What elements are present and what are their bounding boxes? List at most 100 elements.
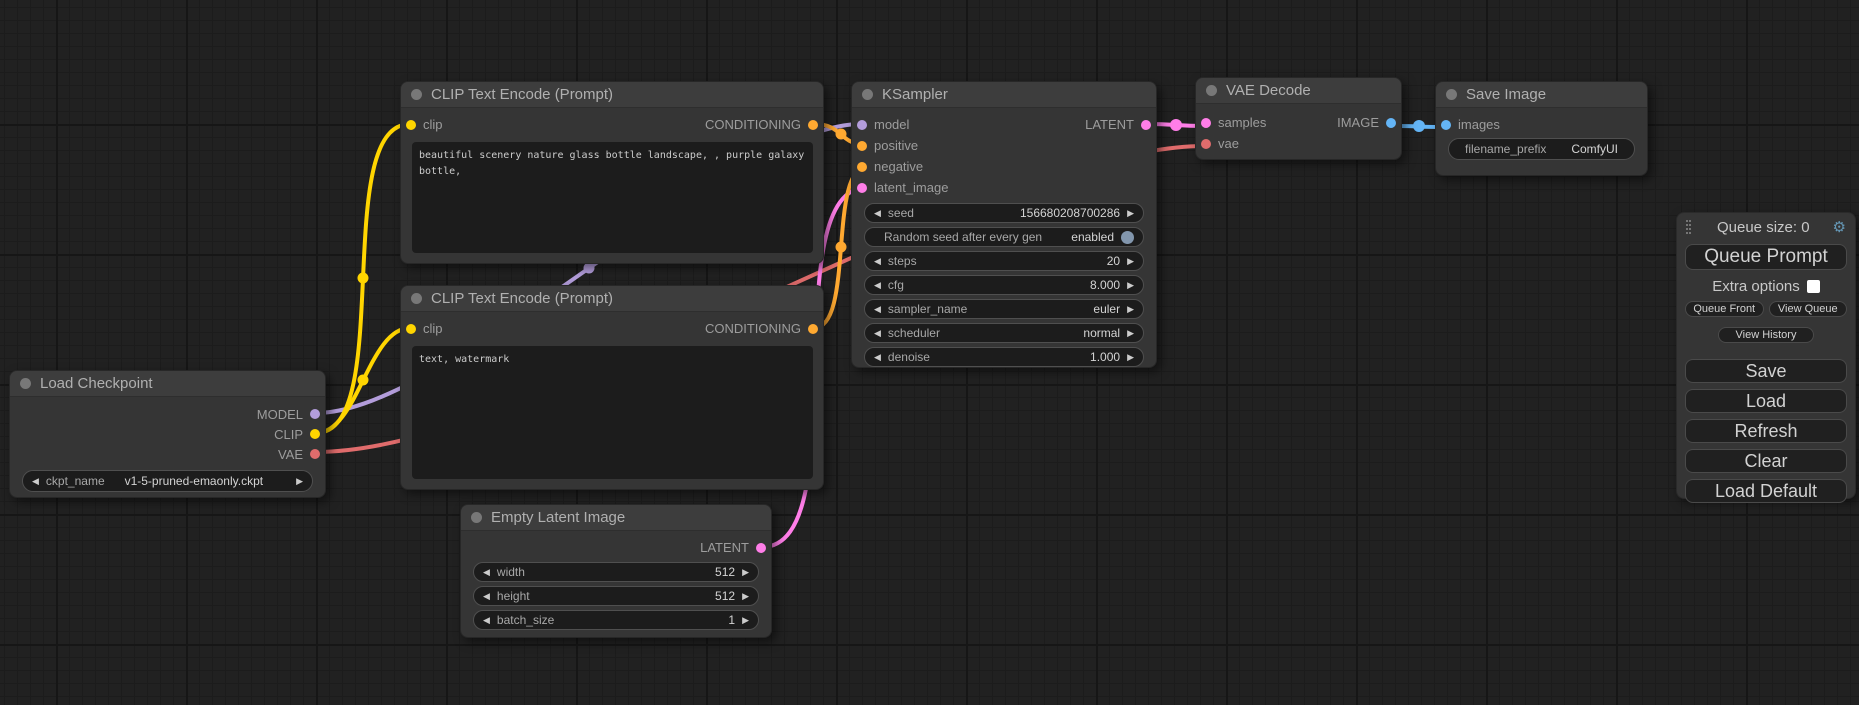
decrement-arrow-icon[interactable]: ◀	[874, 353, 881, 362]
increment-arrow-icon[interactable]: ▶	[1127, 281, 1134, 290]
node-title-bar[interactable]: Save Image	[1436, 82, 1647, 108]
widget-label: height	[497, 589, 530, 603]
node-title: KSampler	[882, 86, 948, 103]
input-port-clip[interactable]	[406, 120, 416, 130]
sampler-name-widget[interactable]: ◀ sampler_name euler ▶	[864, 299, 1144, 319]
clear-button[interactable]: Clear	[1685, 449, 1847, 473]
queue-front-button[interactable]: Queue Front	[1685, 301, 1764, 317]
input-port-vae[interactable]	[1201, 139, 1211, 149]
increment-arrow-icon[interactable]: ▶	[1127, 329, 1134, 338]
output-port-conditioning[interactable]	[808, 120, 818, 130]
batch-size-widget[interactable]: ◀ batch_size 1 ▶	[473, 610, 759, 630]
increment-arrow-icon[interactable]: ▶	[1127, 353, 1134, 362]
decrement-arrow-icon[interactable]: ◀	[874, 209, 881, 218]
input-port-positive[interactable]	[857, 141, 867, 151]
node-vae-decode[interactable]: VAE Decode samples IMAGE vae	[1195, 77, 1402, 160]
prompt-textarea[interactable]: beautiful scenery nature glass bottle la…	[412, 142, 813, 253]
output-port-clip[interactable]	[310, 429, 320, 439]
steps-widget[interactable]: ◀ steps 20 ▶	[864, 251, 1144, 271]
collapse-dot-icon[interactable]	[471, 512, 482, 523]
decrement-arrow-icon[interactable]: ◀	[483, 592, 490, 601]
collapse-dot-icon[interactable]	[20, 378, 31, 389]
widget-label: width	[497, 565, 525, 579]
increment-arrow-icon[interactable]: ▶	[1127, 305, 1134, 314]
widget-label: sampler_name	[888, 302, 967, 316]
toggle-icon[interactable]	[1121, 231, 1134, 244]
extra-options-checkbox[interactable]	[1807, 280, 1820, 293]
collapse-dot-icon[interactable]	[411, 293, 422, 304]
increment-arrow-icon[interactable]: ▶	[742, 568, 749, 577]
input-port-model[interactable]	[857, 120, 867, 130]
decrement-arrow-icon[interactable]: ◀	[483, 616, 490, 625]
output-label-clip: CLIP	[274, 427, 303, 442]
node-title-bar[interactable]: CLIP Text Encode (Prompt)	[401, 286, 823, 312]
collapse-dot-icon[interactable]	[411, 89, 422, 100]
cfg-widget[interactable]: ◀ cfg 8.000 ▶	[864, 275, 1144, 295]
node-title-bar[interactable]: Load Checkpoint	[10, 371, 325, 397]
node-save-image[interactable]: Save Image images filename_prefix ComfyU…	[1435, 81, 1648, 176]
decrement-arrow-icon[interactable]: ◀	[874, 257, 881, 266]
queue-prompt-button[interactable]: Queue Prompt	[1685, 244, 1847, 270]
widget-value: 8.000	[1090, 278, 1120, 292]
filename-prefix-widget[interactable]: filename_prefix ComfyUI	[1448, 138, 1635, 160]
increment-arrow-icon[interactable]: ▶	[742, 616, 749, 625]
prompt-textarea[interactable]: text, watermark	[412, 346, 813, 479]
ckpt-name-widget[interactable]: ◀ ckpt_name v1-5-pruned-emaonly.ckpt ▶	[22, 470, 313, 492]
denoise-widget[interactable]: ◀ denoise 1.000 ▶	[864, 347, 1144, 367]
decrement-arrow-icon[interactable]: ◀	[874, 305, 881, 314]
port-row-negative: negative	[852, 156, 1156, 177]
input-port-images[interactable]	[1441, 120, 1451, 130]
decrement-arrow-icon[interactable]: ◀	[874, 329, 881, 338]
decrement-arrow-icon[interactable]: ◀	[483, 568, 490, 577]
queue-small-buttons: Queue Front View Queue	[1685, 301, 1847, 317]
link-dot	[358, 375, 369, 386]
comfyui-canvas[interactable]: { "icons": { "left_arrow": "◀", "right_a…	[0, 0, 1859, 705]
load-default-button[interactable]: Load Default	[1685, 479, 1847, 503]
node-title-bar[interactable]: Empty Latent Image	[461, 505, 771, 531]
node-title-bar[interactable]: VAE Decode	[1196, 78, 1401, 104]
input-port-negative[interactable]	[857, 162, 867, 172]
save-button[interactable]: Save	[1685, 359, 1847, 383]
collapse-dot-icon[interactable]	[1206, 85, 1217, 96]
collapse-dot-icon[interactable]	[1446, 89, 1457, 100]
node-clip-text-encode-negative[interactable]: CLIP Text Encode (Prompt) clip CONDITION…	[400, 285, 824, 490]
drag-handle-icon[interactable]	[1686, 220, 1694, 236]
decrement-arrow-icon[interactable]: ◀	[32, 477, 39, 486]
increment-arrow-icon[interactable]: ▶	[296, 477, 303, 486]
node-load-checkpoint[interactable]: Load Checkpoint MODEL CLIP VAE ◀ ckpt_na…	[9, 370, 326, 498]
collapse-dot-icon[interactable]	[862, 89, 873, 100]
gear-icon[interactable]: ⚙	[1833, 220, 1846, 235]
random-seed-widget[interactable]: Random seed after every gen enabled	[864, 227, 1144, 247]
output-port-latent[interactable]	[1141, 120, 1151, 130]
view-queue-button[interactable]: View Queue	[1769, 301, 1848, 317]
node-title: Load Checkpoint	[40, 375, 153, 392]
decrement-arrow-icon[interactable]: ◀	[874, 281, 881, 290]
increment-arrow-icon[interactable]: ▶	[1127, 209, 1134, 218]
port-row: clip CONDITIONING	[401, 114, 823, 135]
scheduler-widget[interactable]: ◀ scheduler normal ▶	[864, 323, 1144, 343]
input-port-samples[interactable]	[1201, 118, 1211, 128]
view-history-button[interactable]: View History	[1718, 327, 1814, 343]
output-port-latent[interactable]	[756, 543, 766, 553]
input-port-latent-image[interactable]	[857, 183, 867, 193]
seed-widget[interactable]: ◀ seed 156680208700286 ▶	[864, 203, 1144, 223]
refresh-button[interactable]: Refresh	[1685, 419, 1847, 443]
node-ksampler[interactable]: KSampler model LATENT positive negative …	[851, 81, 1157, 368]
output-port-vae[interactable]	[310, 449, 320, 459]
node-clip-text-encode-positive[interactable]: CLIP Text Encode (Prompt) clip CONDITION…	[400, 81, 824, 264]
load-button[interactable]: Load	[1685, 389, 1847, 413]
increment-arrow-icon[interactable]: ▶	[742, 592, 749, 601]
width-widget[interactable]: ◀ width 512 ▶	[473, 562, 759, 582]
node-title-bar[interactable]: KSampler	[852, 82, 1156, 108]
node-title-bar[interactable]: CLIP Text Encode (Prompt)	[401, 82, 823, 108]
increment-arrow-icon[interactable]: ▶	[1127, 257, 1134, 266]
input-port-clip[interactable]	[406, 324, 416, 334]
input-label-negative: negative	[874, 159, 923, 174]
node-empty-latent-image[interactable]: Empty Latent Image LATENT ◀ width 512 ▶ …	[460, 504, 772, 638]
output-port-model[interactable]	[310, 409, 320, 419]
height-widget[interactable]: ◀ height 512 ▶	[473, 586, 759, 606]
widget-value: 20	[1107, 254, 1120, 268]
output-port-image[interactable]	[1386, 118, 1396, 128]
output-port-conditioning[interactable]	[808, 324, 818, 334]
input-label-latent-image: latent_image	[874, 180, 948, 195]
